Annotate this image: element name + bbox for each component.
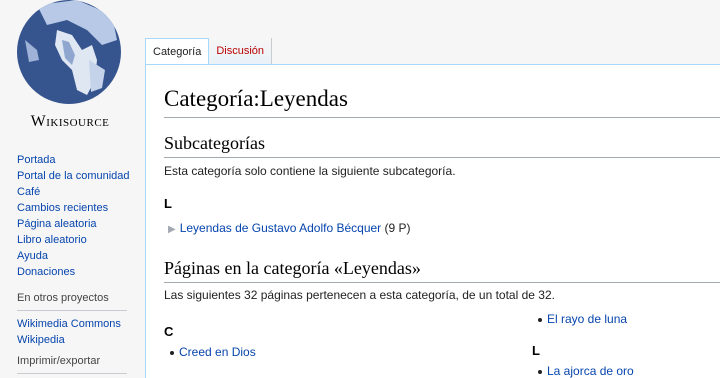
- pages-description: Las siguientes 32 páginas pertenecen a e…: [164, 288, 555, 302]
- subcategories-description: Esta categoría solo contiene la siguient…: [164, 164, 456, 178]
- nav-link[interactable]: Ayuda: [17, 250, 48, 262]
- logo-wordmark: Wikisource: [30, 113, 110, 130]
- nav-item-portada[interactable]: Portada: [17, 152, 130, 168]
- nav-item-portal-comunidad[interactable]: Portal de la comunidad: [17, 168, 130, 184]
- page-title: Categoría:Leyendas: [164, 85, 720, 118]
- nav-item-cambios-recientes[interactable]: Cambios recientes: [17, 200, 130, 216]
- print-export-portlet: Imprimir/exportar: [17, 355, 127, 378]
- page-link[interactable]: Creed en Dios: [179, 345, 256, 359]
- project-item-wikipedia[interactable]: Wikipedia: [17, 332, 127, 348]
- bullet-icon: [170, 350, 174, 355]
- nav-link[interactable]: Portada: [17, 154, 56, 166]
- project-item-commons[interactable]: Wikimedia Commons: [17, 316, 127, 332]
- nav-link[interactable]: Cambios recientes: [17, 202, 108, 214]
- nav-item-donaciones[interactable]: Donaciones: [17, 264, 130, 280]
- wikisource-globe-icon: [17, 0, 121, 104]
- subcategory-letter: L: [164, 196, 172, 211]
- tab-discusion[interactable]: Discusión: [209, 38, 272, 65]
- nav-link[interactable]: Café: [17, 186, 40, 198]
- list-item: Creed en Dios: [168, 344, 256, 360]
- other-projects-portlet: En otros proyectos Wikimedia Commons Wik…: [17, 292, 127, 348]
- page-link[interactable]: La ajorca de oro: [547, 364, 634, 378]
- nav-item-libro-aleatorio[interactable]: Libro aleatorio: [17, 232, 130, 248]
- nav-item-pagina-aleatoria[interactable]: Página aleatoria: [17, 216, 130, 232]
- nav-link[interactable]: Página aleatoria: [17, 218, 97, 230]
- project-link[interactable]: Wikipedia: [17, 334, 65, 346]
- nav-link[interactable]: Libro aleatorio: [17, 234, 87, 246]
- pages-letter-c: C: [164, 324, 174, 339]
- wikisource-logo[interactable]: Wikisource: [14, 0, 126, 140]
- content-area: Categoría:Leyendas Subcategorías Esta ca…: [145, 64, 720, 378]
- subcategory-count: (9 P): [384, 221, 411, 235]
- tab-categoria[interactable]: Categoría: [145, 38, 210, 65]
- subcategories-heading: Subcategorías: [164, 132, 720, 158]
- list-item: La ajorca de oro: [536, 363, 634, 378]
- bullet-icon: [538, 317, 542, 322]
- expand-triangle-icon[interactable]: ▶: [168, 224, 176, 235]
- nav-link[interactable]: Donaciones: [17, 266, 75, 278]
- namespace-tabs: Categoría Discusión: [145, 38, 272, 65]
- other-projects-heading: En otros proyectos: [17, 292, 127, 311]
- subcategory-link[interactable]: Leyendas de Gustavo Adolfo Bécquer: [180, 221, 381, 235]
- page-link[interactable]: El rayo de luna: [547, 312, 627, 326]
- nav-link[interactable]: Portal de la comunidad: [17, 170, 130, 182]
- print-export-heading[interactable]: Imprimir/exportar: [17, 355, 127, 374]
- project-link[interactable]: Wikimedia Commons: [17, 318, 121, 330]
- pages-letter-l: L: [532, 343, 540, 358]
- pages-heading: Páginas en la categoría «Leyendas»: [164, 257, 720, 283]
- bullet-icon: [538, 369, 542, 374]
- nav-item-cafe[interactable]: Café: [17, 184, 130, 200]
- nav-item-ayuda[interactable]: Ayuda: [17, 248, 130, 264]
- list-item: El rayo de luna: [536, 311, 627, 327]
- navigation-portlet: Portada Portal de la comunidad Café Camb…: [17, 152, 130, 280]
- subcategory-item: ▶ Leyendas de Gustavo Adolfo Bécquer (9 P…: [168, 220, 411, 238]
